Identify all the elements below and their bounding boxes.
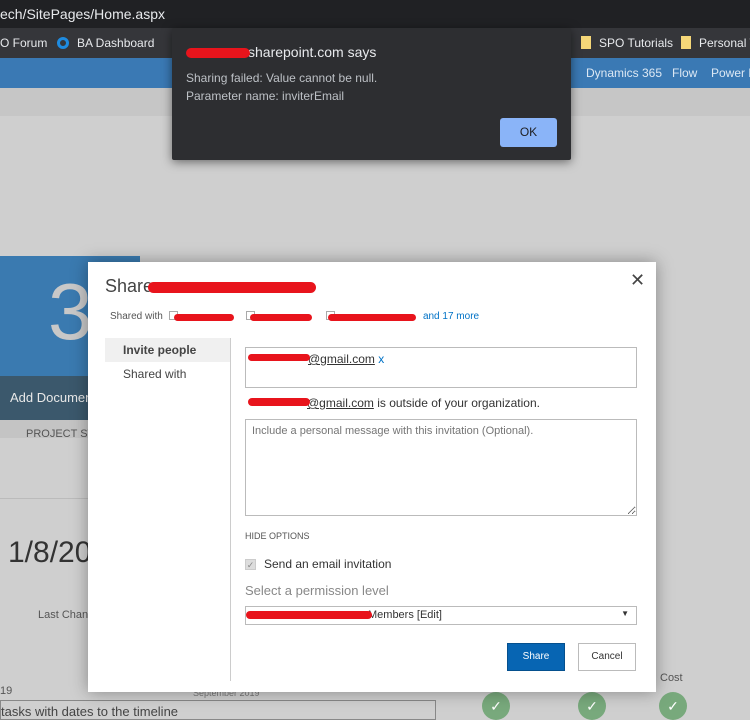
bookmark-label: O Forum xyxy=(0,36,48,50)
tile-number: 3 xyxy=(48,267,93,356)
redaction xyxy=(248,398,310,406)
redaction xyxy=(148,282,316,293)
hide-options-link[interactable]: HIDE OPTIONS xyxy=(245,531,310,541)
ok-button[interactable]: OK xyxy=(500,118,557,147)
send-email-checkbox[interactable]: ✓ Send an email invitation xyxy=(245,557,391,571)
check-icon: ✓ xyxy=(659,692,687,720)
timeline-text: tasks with dates to the timeline xyxy=(1,704,179,719)
dropdown-arrow-icon: ▼ xyxy=(621,609,629,618)
folder-icon xyxy=(681,36,691,49)
send-email-label: Send an email invitation xyxy=(264,557,392,571)
redaction xyxy=(186,48,250,58)
redaction xyxy=(250,314,312,321)
and-more-link[interactable]: and 17 more xyxy=(423,311,479,322)
timeline-year: 19 xyxy=(0,685,13,697)
check-icon: ✓ xyxy=(578,692,606,720)
url-text: ech/SitePages/Home.aspx xyxy=(0,6,165,22)
folder-icon xyxy=(581,36,591,49)
bookmark-ba-dashboard[interactable]: BA Dashboard xyxy=(57,36,154,50)
shared-with-label: Shared with xyxy=(110,311,163,322)
last-changed-date: 1/8/20 xyxy=(8,536,92,569)
last-changed-label: Last Chang xyxy=(38,609,95,621)
checkbox-icon[interactable]: ✓ xyxy=(245,559,256,570)
remove-recipient-button[interactable]: x xyxy=(378,352,384,366)
dialog-nav: Invite people Shared with xyxy=(105,338,231,681)
share-dialog: Share ✕ Shared with and 17 more Invite p… xyxy=(88,262,656,692)
recipient-email: @gmail.com xyxy=(308,352,375,366)
nav-powerbi[interactable]: Power B xyxy=(711,66,750,80)
alert-dialog: sharepoint.com says Sharing failed: Valu… xyxy=(172,28,571,160)
personal-message-input[interactable] xyxy=(245,419,637,516)
bookmark-label: BA Dashboard xyxy=(77,36,155,50)
permission-label: Select a permission level xyxy=(245,583,389,598)
check-icon: ✓ xyxy=(482,692,510,720)
warning-text: is outside of your organization. xyxy=(373,396,540,410)
redaction xyxy=(174,314,234,321)
share-button[interactable]: Share xyxy=(507,643,565,671)
divider xyxy=(0,498,90,499)
redaction xyxy=(248,354,310,361)
timeline-box: tasks with dates to the timeline xyxy=(0,700,436,720)
bookmark-label: SPO Tutorials xyxy=(599,36,674,50)
bookmark-spo-tutorials[interactable]: SPO Tutorials xyxy=(581,36,673,50)
bookmark-forum[interactable]: O Forum xyxy=(0,36,47,50)
nav-dynamics[interactable]: Dynamics 365 xyxy=(586,66,662,80)
alert-title: sharepoint.com says xyxy=(248,44,377,60)
redaction xyxy=(246,611,372,619)
cancel-button[interactable]: Cancel xyxy=(578,643,636,671)
dashboard-icon xyxy=(57,37,69,49)
warning-email: @gmail.com xyxy=(307,396,374,410)
alert-message-line1: Sharing failed: Value cannot be null. xyxy=(186,71,378,85)
nav-flow[interactable]: Flow xyxy=(672,66,697,80)
address-bar[interactable]: ech/SitePages/Home.aspx xyxy=(0,0,750,28)
dialog-title: Share xyxy=(105,276,154,296)
nav-invite-people[interactable]: Invite people xyxy=(105,338,230,362)
bookmark-label: Personal Tr xyxy=(699,36,750,50)
close-icon[interactable]: ✕ xyxy=(630,270,645,291)
nav-shared-with[interactable]: Shared with xyxy=(105,362,230,386)
bookmark-personal[interactable]: Personal Tr xyxy=(681,36,750,50)
permission-value: Members [Edit] xyxy=(368,609,442,621)
redaction xyxy=(328,314,416,321)
alert-message-line2: Parameter name: inviterEmail xyxy=(186,89,345,103)
cost-label: Cost xyxy=(660,672,683,684)
